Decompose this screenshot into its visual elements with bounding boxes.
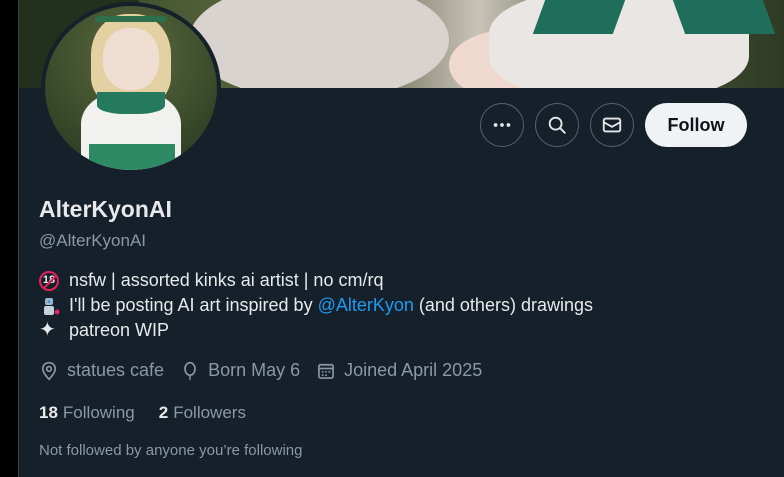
following-label: Following [62,403,135,422]
join-date-text: Joined April 2025 [344,360,483,380]
search-button[interactable] [535,103,579,147]
message-button[interactable] [590,103,634,147]
sparkle-icon: ✦ [39,319,56,341]
location-pin-icon [41,361,57,381]
bio-line-2: I'll be posting AI art inspired by @Alte… [39,293,593,318]
calendar-icon [318,363,335,379]
followers-link[interactable]: 2 Followers [159,403,246,423]
more-button[interactable] [480,103,524,147]
avatar[interactable] [41,2,221,174]
profile-meta: statues cafe Born May 6 Joined April 202… [39,360,498,381]
bio-line-1: 18 nsfw | assorted kinks ai artist | no … [39,268,593,293]
birthday: Born May 6 [180,360,300,381]
robot-artist-icon [39,295,65,317]
handle: @AlterKyonAI [39,231,147,250]
balloon-icon [184,361,196,381]
search-icon [548,116,566,134]
bio-line-3: ✦ patreon WIP [39,318,593,343]
bio-text-2a: I'll be posting AI art inspired by [69,295,313,315]
following-count: 18 [39,403,58,422]
bio-text-1: nsfw | assorted kinks ai artist | no cm/… [69,270,384,290]
bio-text-2b: (and others) drawings [418,295,593,315]
display-name: AlterKyonAI [39,196,172,222]
more-dots-icon [493,123,511,127]
envelope-icon [602,117,622,133]
bio: 18 nsfw | assorted kinks ai artist | no … [39,268,593,343]
follow-stats: 18 Following 2 Followers [39,403,270,423]
bio-text-3: patreon WIP [69,320,170,340]
join-date: Joined April 2025 [316,360,482,381]
followers-count: 2 [158,403,169,422]
location: statues cafe [39,360,164,381]
followed-by-note: Not followed by anyone you’re following [39,442,303,459]
birthday-text: Born May 6 [208,360,301,380]
follow-button[interactable]: Follow [645,103,747,147]
profile-header: Follow AlterKyonAI @AlterKyonAI 18 nsfw … [18,0,784,477]
followers-label: Followers [173,403,246,422]
following-link[interactable]: 18 Following [39,403,135,423]
mention-link[interactable]: @AlterKyon [318,293,414,318]
location-text: statues cafe [67,360,165,380]
no-under-18-icon: 18 [39,270,65,292]
